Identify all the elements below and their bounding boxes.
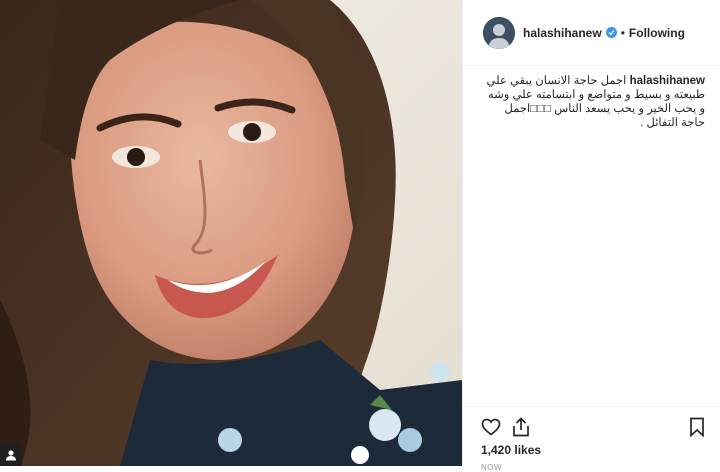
post-photo[interactable] [0, 0, 462, 466]
following-button[interactable]: Following [629, 26, 685, 40]
bookmark-icon[interactable] [685, 415, 709, 439]
instagram-post: halashihanew • Following halashihanew اج… [0, 0, 720, 472]
likes-count[interactable]: 1,420 likes [481, 443, 541, 457]
heart-outline-icon[interactable] [479, 415, 503, 439]
user-tag-icon[interactable] [0, 444, 22, 466]
post-sidebar: halashihanew • Following halashihanew اج… [462, 0, 720, 472]
portrait-photo [0, 0, 462, 466]
post-caption: halashihanew اجمل حاجة الانسان يبقي علي … [483, 74, 705, 130]
separator-dot: • [620, 25, 625, 40]
caption-username-link[interactable]: halashihanew [630, 75, 705, 87]
share-upload-icon[interactable] [509, 415, 533, 439]
post-header: halashihanew • Following [463, 0, 720, 66]
username-link[interactable]: halashihanew [523, 26, 602, 40]
avatar[interactable] [483, 16, 515, 49]
post-timestamp: NOW [481, 463, 503, 472]
verified-badge-icon [605, 27, 617, 38]
action-bar: 1,420 likes NOW [463, 406, 720, 472]
